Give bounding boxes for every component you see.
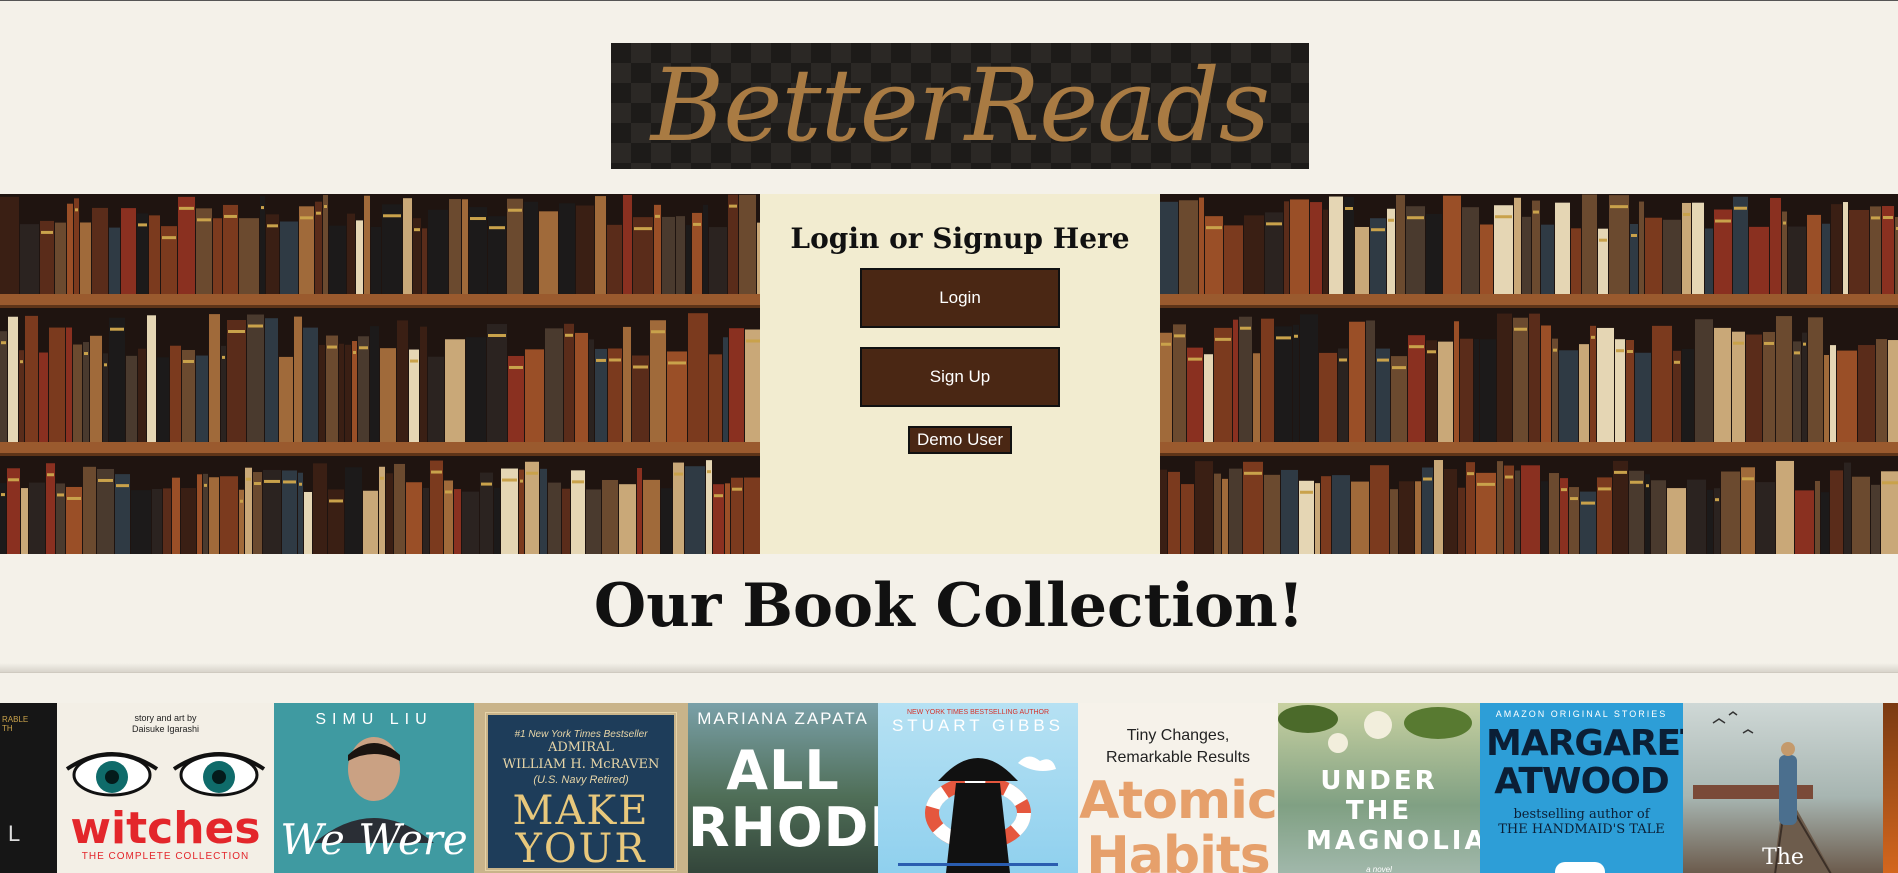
book-cover[interactable]: SIMU LIU We Were bbox=[274, 703, 474, 873]
book-tagline: Tiny Changes, Remarkable Results bbox=[1105, 727, 1251, 766]
bookshelf-image-right bbox=[1160, 194, 1898, 554]
book-cover[interactable] bbox=[1883, 703, 1898, 873]
book-title: The bbox=[1762, 845, 1804, 870]
book-subtitle: (U.S. Navy Retired) bbox=[533, 773, 629, 786]
book-title: ALL RHODES bbox=[688, 739, 878, 859]
logo-text: BetterReads bbox=[650, 47, 1270, 164]
book-author: MARIANA ZAPATA bbox=[697, 709, 869, 728]
book-title: witches bbox=[70, 802, 261, 854]
demo-user-button[interactable]: Demo User bbox=[908, 426, 1012, 454]
signup-button[interactable]: Sign Up bbox=[860, 347, 1060, 407]
book-tagline: RABLE bbox=[2, 715, 29, 724]
logo[interactable]: BetterReads bbox=[611, 43, 1309, 169]
book-title: UNDER THE MAGNOLIAS bbox=[1306, 766, 1480, 856]
witches-eyes-illustration bbox=[65, 751, 266, 797]
book-cover[interactable]: MARIANA ZAPATA ALL RHODES bbox=[688, 703, 878, 873]
book-author: MARGARET ATWOOD bbox=[1486, 723, 1683, 802]
book-cover[interactable]: Tiny Changes, Remarkable Results Atomic … bbox=[1078, 703, 1278, 873]
book-subtitle: bestselling author of THE HANDMAID'S TAL… bbox=[1498, 806, 1665, 838]
book-title: Atomic Habits bbox=[1079, 771, 1278, 873]
auth-title: Login or Signup Here bbox=[790, 222, 1130, 255]
book-title: We Were bbox=[280, 815, 468, 864]
bookshelf-illustration bbox=[0, 194, 760, 554]
book-author: SIMU LIU bbox=[315, 711, 433, 728]
book-subtitle: TH bbox=[2, 724, 13, 733]
book-cover[interactable]: UNDER THE MAGNOLIAS a novel bbox=[1278, 703, 1480, 873]
book-cover[interactable]: RABLE TH L bbox=[0, 703, 57, 873]
book-cover[interactable]: story and art by Daisuke Igarashi witche… bbox=[57, 703, 274, 873]
book-author: STUART GIBBS bbox=[891, 716, 1065, 735]
book-title: L bbox=[8, 821, 21, 846]
hero-section: Login or Signup Here Login Sign Up Demo … bbox=[0, 194, 1898, 554]
spy-lifebuoy-illustration bbox=[898, 756, 1058, 873]
collection-title: Our Book Collection! bbox=[593, 571, 1305, 641]
section-divider bbox=[0, 663, 1898, 673]
book-cover[interactable]: AMAZON ORIGINAL STORIES MARGARET ATWOOD … bbox=[1480, 703, 1683, 873]
login-button[interactable]: Login bbox=[860, 268, 1060, 328]
book-subtitle: THE COMPLETE COLLECTION bbox=[81, 850, 250, 862]
magnolia-branches-illustration bbox=[1278, 705, 1472, 753]
book-title: MAKE YOUR bbox=[512, 787, 650, 872]
auth-panel: Login or Signup Here Login Sign Up Demo … bbox=[760, 194, 1160, 554]
book-tagline: ADMIRAL WILLIAM H. McRAVEN bbox=[502, 740, 660, 772]
bookshelf-illustration bbox=[1160, 194, 1898, 554]
book-author: #1 New York Times Bestseller bbox=[514, 729, 648, 740]
book-cover[interactable]: The bbox=[1683, 703, 1883, 873]
book-cover[interactable]: #1 New York Times Bestseller ADMIRAL WIL… bbox=[474, 703, 688, 873]
book-subtitle: a novel bbox=[1366, 865, 1392, 873]
book-tagline: NEW YORK TIMES BESTSELLING AUTHOR bbox=[906, 709, 1050, 716]
book-tagline: AMAZON ORIGINAL STORIES bbox=[1495, 709, 1668, 719]
book-carousel[interactable]: RABLE TH L story and art by Daisuke Igar… bbox=[0, 703, 1898, 873]
book-author: story and art by Daisuke Igarashi bbox=[131, 713, 200, 734]
book-cover[interactable]: NEW YORK TIMES BESTSELLING AUTHOR STUART… bbox=[878, 703, 1078, 873]
bookshelf-image-left bbox=[0, 194, 760, 554]
book-cover-decoration bbox=[1555, 862, 1605, 873]
